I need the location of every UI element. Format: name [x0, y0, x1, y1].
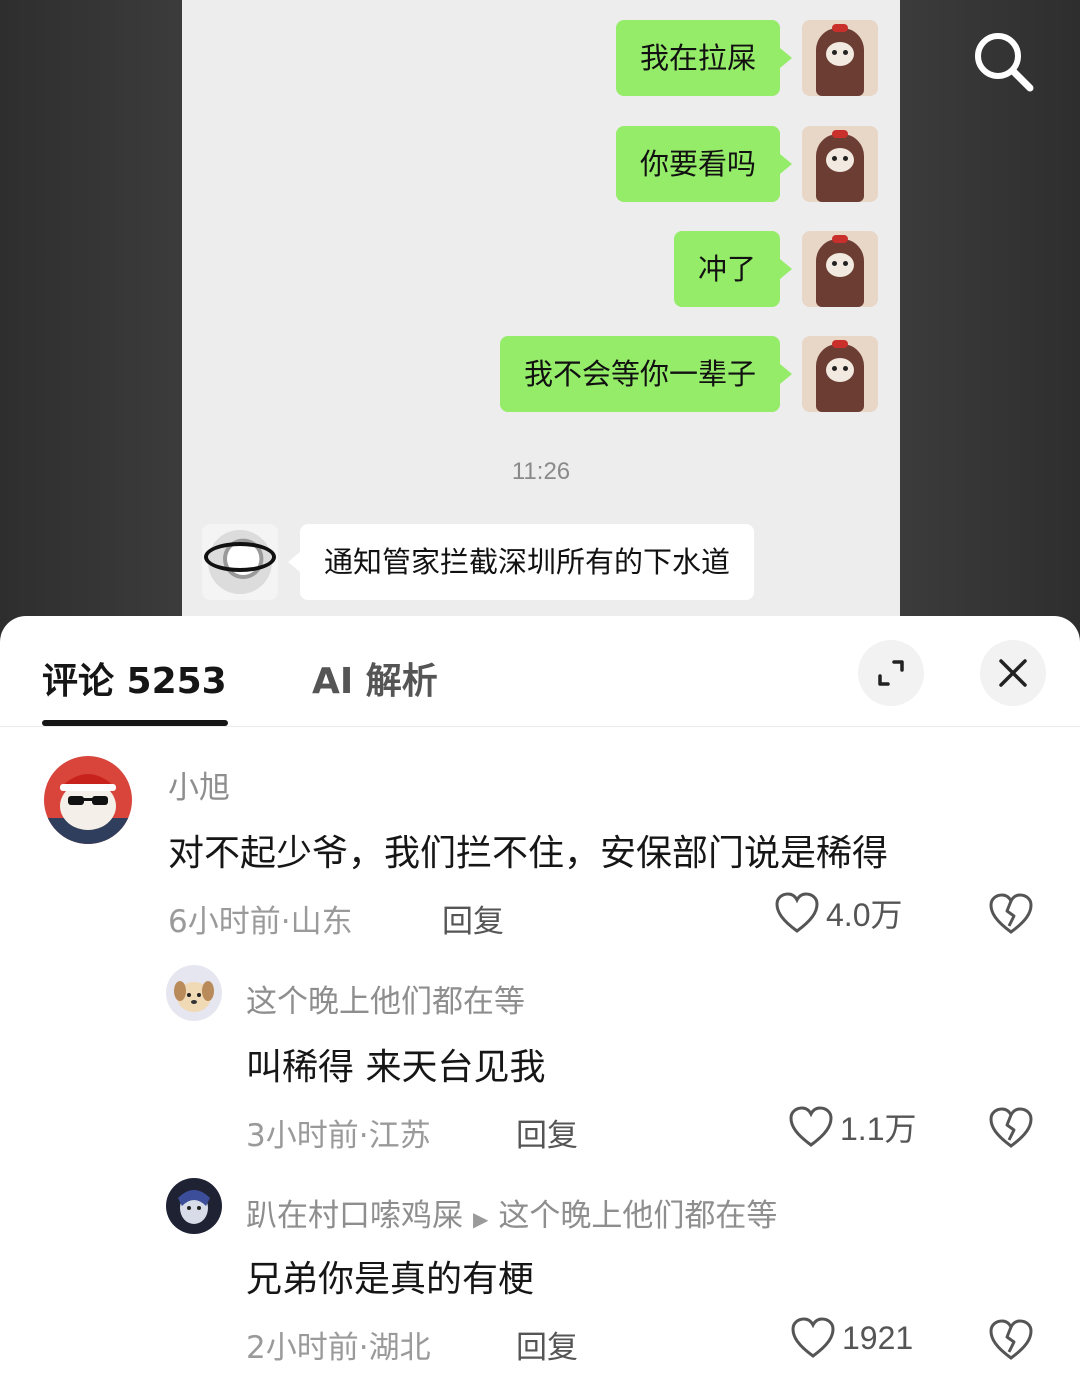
heart-icon: [789, 1106, 833, 1147]
comment-username[interactable]: 小旭: [168, 762, 230, 807]
chat-message-sent: 我在拉屎: [615, 20, 878, 96]
dislike-button[interactable]: [988, 1318, 1034, 1366]
comment-meta: 3小时前·江苏: [246, 1118, 431, 1154]
comment-text: 对不起少爷，我们拦不住，安保部门说是稀得: [168, 833, 889, 874]
chat-message-sent: 冲了: [673, 231, 878, 307]
close-button[interactable]: [980, 640, 1046, 706]
cat-avatar: [802, 20, 878, 96]
dislike-button[interactable]: [988, 892, 1034, 940]
message-bubble: 通知管家拦截深圳所有的下水道: [287, 524, 755, 600]
cat-avatar: [802, 231, 878, 307]
search-button[interactable]: [970, 28, 1036, 94]
like-count: 1.1万: [840, 1111, 917, 1147]
cat-avatar: [802, 336, 878, 412]
reply-button[interactable]: 回复: [516, 1110, 578, 1155]
expand-button[interactable]: [858, 640, 924, 706]
comment-text: 兄弟你是真的有梗: [246, 1259, 535, 1300]
message-bubble: 冲了: [673, 231, 793, 307]
like-button[interactable]: 1921: [790, 1316, 913, 1360]
message-bubble: 我在拉屎: [615, 20, 793, 96]
like-count: 4.0万: [826, 897, 903, 933]
message-bubble: 你要看吗: [615, 126, 793, 202]
chat-message-sent: 你要看吗: [615, 126, 878, 202]
heart-icon: [775, 892, 819, 933]
like-button[interactable]: 1.1万: [788, 1104, 917, 1150]
search-icon: [975, 33, 1034, 92]
avatar[interactable]: [44, 756, 132, 844]
cat-avatar: [802, 126, 878, 202]
expand-icon: [878, 660, 904, 686]
video-player[interactable]: 我在拉屎 你要看吗 冲了 我不会等你一辈子 11:26 通知管家拦截深圳所有的下…: [0, 0, 1080, 640]
reply-to-username[interactable]: 这个晚上他们都在等: [498, 1198, 777, 1234]
comment-username[interactable]: 趴在村口嗦鸡屎: [246, 1198, 463, 1234]
like-count: 1921: [842, 1319, 914, 1356]
tab-ai-analysis[interactable]: AI 解析: [312, 652, 438, 704]
like-button[interactable]: 4.0万: [774, 890, 903, 936]
reply-button[interactable]: 回复: [516, 1322, 578, 1367]
chat-screenshot: 我在拉屎 你要看吗 冲了 我不会等你一辈子 11:26 通知管家拦截深圳所有的下…: [182, 0, 900, 640]
reply-button[interactable]: 回复: [442, 896, 504, 941]
dislike-button[interactable]: [988, 1106, 1034, 1154]
heart-icon: [791, 1317, 835, 1358]
comment-meta: 6小时前·山东: [168, 904, 353, 940]
tab-comments[interactable]: 评论 5253: [42, 652, 227, 704]
comment-username-thread: 趴在村口嗦鸡屎 ▶ 这个晚上他们都在等: [246, 1190, 777, 1235]
chat-timestamp: 11:26: [511, 458, 571, 485]
comment-meta: 2小时前·湖北: [246, 1330, 431, 1366]
comment-sheet: 评论 5253 AI 解析 小旭 对不起少爷，我们拦不住，安保部门说是稀得 6小…: [0, 616, 1080, 1389]
avatar[interactable]: [166, 1178, 222, 1234]
comment-username[interactable]: 这个晚上他们都在等: [246, 976, 525, 1021]
chat-message-sent: 我不会等你一辈子: [499, 336, 878, 412]
comment-text: 叫稀得 来天台见我: [246, 1047, 546, 1088]
close-icon: [999, 659, 1027, 687]
broken-heart-icon: [989, 1319, 1033, 1360]
broken-heart-icon: [989, 893, 1033, 934]
chat-message-received: 通知管家拦截深圳所有的下水道: [202, 524, 755, 600]
message-bubble: 我不会等你一辈子: [499, 336, 793, 412]
avatar[interactable]: [166, 965, 222, 1021]
anime-avatar: [202, 524, 278, 600]
tab-divider: [0, 726, 1080, 727]
reply-arrow-icon: ▶: [473, 1207, 489, 1231]
broken-heart-icon: [989, 1107, 1033, 1148]
